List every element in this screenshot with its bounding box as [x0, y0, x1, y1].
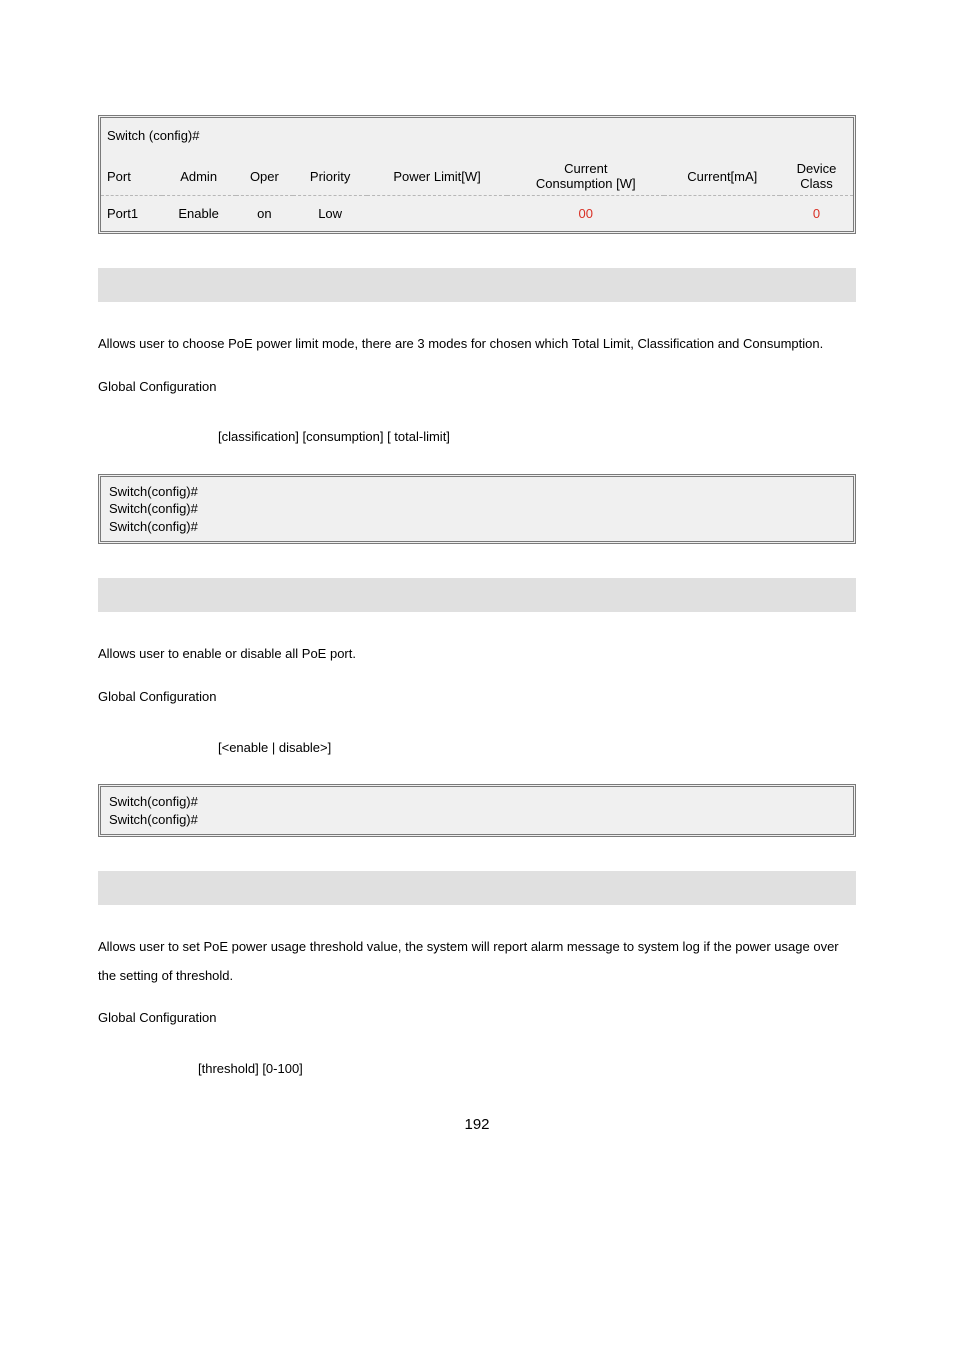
- command-mode: Global Configuration: [98, 373, 856, 402]
- page-number: 192: [0, 1116, 954, 1133]
- col-power-limit: Power Limit[W]: [367, 157, 507, 196]
- col-current-consumption: Current Consumption [W]: [507, 157, 664, 196]
- command-syntax: [classification] [consumption] [ total-l…: [218, 423, 856, 452]
- cell-current-consumption: 00: [507, 196, 664, 232]
- command-syntax: [<enable | disable>]: [218, 734, 856, 763]
- example-box: Switch(config)# Switch(config)#: [98, 784, 856, 837]
- poe-status-table: Switch (config)# Port Admin Oper Priorit…: [98, 115, 856, 234]
- example-line: Switch(config)#: [109, 500, 845, 518]
- example-line: Switch(config)#: [109, 793, 845, 811]
- cell-oper: on: [236, 196, 294, 232]
- cell-priority: Low: [293, 196, 367, 232]
- col-admin: Admin: [162, 157, 236, 196]
- section-description: Allows user to choose PoE power limit mo…: [98, 330, 856, 359]
- section-description: Allows user to enable or disable all PoE…: [98, 640, 856, 669]
- section-heading-bar: [98, 578, 856, 612]
- cell-device-class: 0: [780, 196, 853, 232]
- cell-admin: Enable: [162, 196, 236, 232]
- col-oper: Oper: [236, 157, 294, 196]
- col-device-class: Device Class: [780, 157, 853, 196]
- table-row: Port1 Enable on Low 00 0: [101, 196, 853, 232]
- col-priority: Priority: [293, 157, 367, 196]
- command-mode: Global Configuration: [98, 1004, 856, 1033]
- example-box: Switch(config)# Switch(config)# Switch(c…: [98, 474, 856, 545]
- section-heading-bar: [98, 871, 856, 905]
- section-heading-bar: [98, 268, 856, 302]
- col-port: Port: [101, 157, 162, 196]
- command-mode: Global Configuration: [98, 683, 856, 712]
- cell-port: Port1: [101, 196, 162, 232]
- section-description: Allows user to set PoE power usage thres…: [98, 933, 856, 990]
- col-current-ma: Current[mA]: [664, 157, 780, 196]
- cell-power-limit: [367, 196, 507, 232]
- command-syntax: [threshold] [0-100]: [198, 1055, 856, 1084]
- example-line: Switch(config)#: [109, 518, 845, 536]
- example-line: Switch(config)#: [109, 811, 845, 829]
- cell-current-ma: [664, 196, 780, 232]
- example-line: Switch(config)#: [109, 483, 845, 501]
- cli-prompt: Switch (config)#: [101, 118, 853, 157]
